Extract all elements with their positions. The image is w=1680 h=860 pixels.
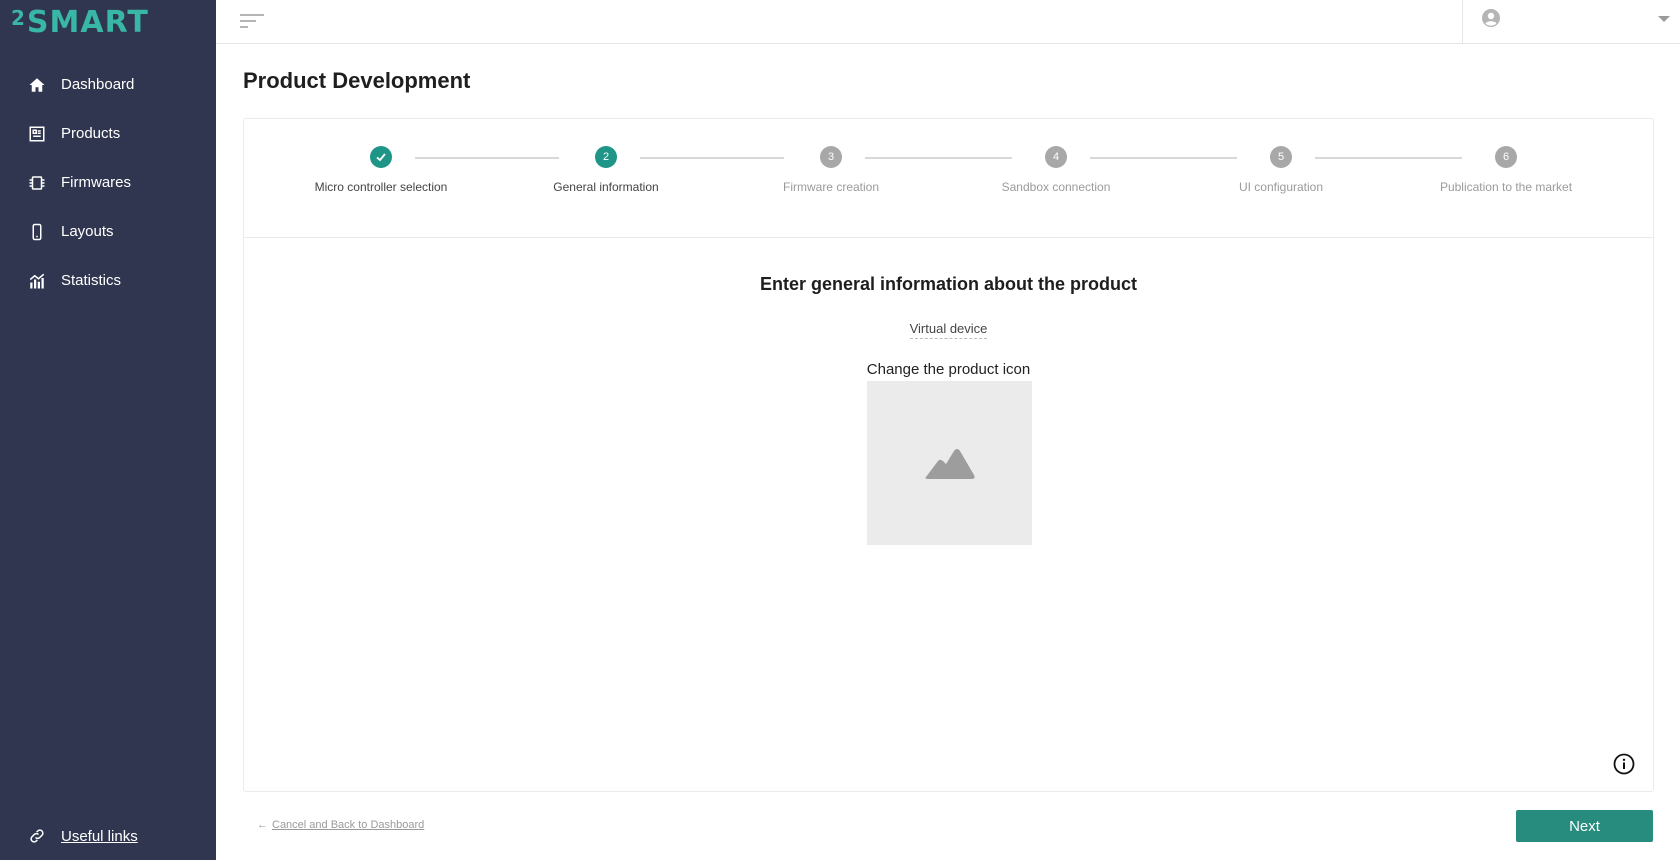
sidebar-item-layouts[interactable]: Layouts — [0, 207, 216, 256]
useful-links[interactable]: Useful links — [0, 812, 216, 860]
sidebar-item-firmwares[interactable]: Firmwares — [0, 158, 216, 207]
step-firmware-creation[interactable]: 3 Firmware creation — [731, 146, 931, 194]
sidebar-item-products[interactable]: Products — [0, 109, 216, 158]
logo-word: SMART — [26, 5, 149, 40]
step-publication[interactable]: 6 Publication to the market — [1406, 146, 1606, 194]
step-number: 5 — [1270, 146, 1292, 168]
link-icon — [30, 829, 44, 843]
chip-icon — [29, 175, 45, 190]
phone-icon — [32, 223, 42, 240]
logo-superscript: 2 — [11, 6, 26, 30]
product-wizard-card: Micro controller selection 2 General inf… — [243, 118, 1654, 792]
useful-links-label[interactable]: Useful links — [61, 828, 138, 845]
step-number: 4 — [1045, 146, 1067, 168]
device-type-toggle[interactable]: Virtual device — [909, 321, 988, 339]
user-menu[interactable] — [1462, 0, 1680, 43]
sidebar-item-statistics[interactable]: Statistics — [0, 256, 216, 305]
cancel-label: Cancel and Back to Dashboard — [272, 819, 425, 831]
page-title: Product Development — [243, 68, 471, 93]
step-sandbox-connection[interactable]: 4 Sandbox connection — [956, 146, 1156, 194]
step-ui-configuration[interactable]: 5 UI configuration — [1181, 146, 1381, 194]
icon-label: Change the product icon — [866, 361, 1031, 378]
check-icon — [370, 146, 392, 168]
menu-lines-icon[interactable] — [240, 12, 266, 30]
sidebar-nav: Dashboard Products Firmwares Layouts Sta… — [0, 60, 216, 305]
stepper: Micro controller selection 2 General inf… — [244, 119, 1653, 238]
step-general-information[interactable]: 2 General information — [506, 146, 706, 194]
next-button[interactable]: Next — [1516, 810, 1653, 842]
form-heading: Enter general information about the prod… — [759, 274, 1137, 294]
sidebar-item-dashboard[interactable]: Dashboard — [0, 60, 216, 109]
brand-logo[interactable]: 2 SMART — [11, 6, 149, 40]
product-icon-upload[interactable] — [867, 381, 1032, 545]
home-icon — [29, 77, 45, 92]
info-icon[interactable] — [1613, 753, 1635, 775]
caret-down-icon — [1658, 16, 1670, 22]
arrow-left-icon: ← — [257, 819, 268, 831]
step-number: 2 — [595, 146, 617, 168]
step-label: Micro controller selection — [314, 180, 448, 194]
step-label: Publication to the market — [1439, 180, 1573, 194]
products-icon — [29, 126, 45, 141]
top-bar — [216, 0, 1680, 44]
step-number: 3 — [820, 146, 842, 168]
sidebar-item-label: Dashboard — [61, 76, 135, 93]
step-label: Firmware creation — [782, 180, 880, 194]
sidebar-item-label: Statistics — [61, 272, 122, 289]
device-type: Virtual device — [244, 321, 1653, 339]
sidebar-item-label: Firmwares — [61, 174, 131, 191]
step-number: 6 — [1495, 146, 1517, 168]
step-label: General information — [553, 180, 659, 194]
step-label: UI configuration — [1238, 180, 1324, 194]
sidebar-item-label: Products — [61, 125, 121, 142]
image-placeholder-icon — [924, 449, 975, 479]
step-label: Sandbox connection — [1001, 180, 1111, 194]
user-circle-icon — [1482, 9, 1500, 27]
step-micro-controller[interactable]: Micro controller selection — [281, 146, 481, 194]
chart-icon — [29, 273, 45, 288]
sidebar: 2 SMART Dashboard Products Firmwares Lay… — [0, 0, 216, 860]
cancel-back-link[interactable]: ← Cancel and Back to Dashboard — [257, 819, 424, 831]
sidebar-item-label: Layouts — [61, 223, 114, 240]
